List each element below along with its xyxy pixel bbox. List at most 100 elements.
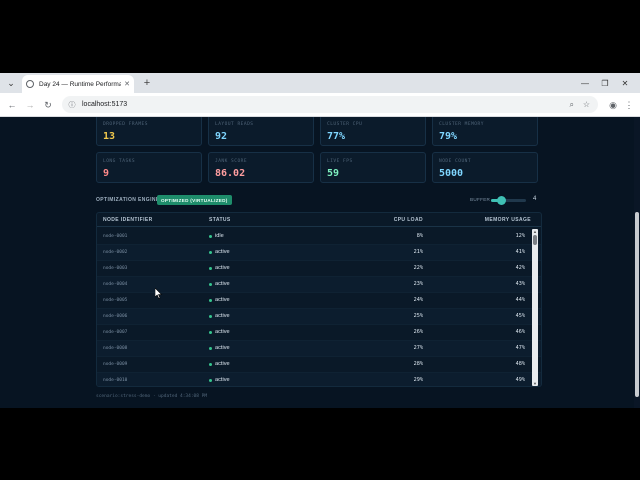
node-id-cell: node-0003 [103, 266, 128, 271]
page-viewport: DROPPED FRAMES 13 LAYOUT READS 92 CLUSTER CP… [0, 117, 640, 408]
scroll-up-icon[interactable]: ▲ [532, 229, 538, 234]
metric-value: 13 [103, 131, 116, 142]
nodes-table: NODE IDENTIFIER STATUS CPU LOAD MEMORY U… [96, 212, 542, 387]
col-memory-usage: MEMORY USAGE [484, 217, 531, 223]
memory-usage-cell: 49% [515, 377, 525, 383]
buffer-slider[interactable] [491, 196, 526, 205]
status-dot-icon [209, 347, 212, 350]
minimize-icon[interactable]: — [578, 76, 592, 90]
metric-value: 5000 [439, 168, 464, 179]
metric-label: LIVE FPS [327, 159, 353, 164]
status-cell: active [215, 297, 230, 303]
metric-label: JANK SCORE [215, 159, 248, 164]
status-dot-icon [209, 379, 212, 382]
table-row[interactable]: node-0002 active 21% 41% [97, 245, 541, 261]
table-row[interactable]: node-0003 active 22% 42% [97, 261, 541, 277]
table-row[interactable]: node-0006 active 25% 45% [97, 309, 541, 325]
optimization-engine-row: OPTIMIZATION ENGINE OPTIMIZED (VIRTUALIZ… [96, 195, 542, 207]
browser-tab[interactable]: Day 24 — Runtime Performance ✕ [22, 75, 134, 93]
zoom-icon[interactable]: ⌕ [570, 96, 574, 113]
node-id-cell: node-0006 [103, 314, 128, 319]
browser-toolbar: ← → ↻ ⓘ localhost:5173 ⌕ ☆ ◉ ⋮ [0, 93, 640, 117]
node-id-cell: node-0004 [103, 282, 128, 287]
memory-usage-cell: 41% [515, 249, 525, 255]
metric-card: CLUSTER MEMORY 79% [432, 117, 538, 146]
page-scroll-thumb[interactable] [635, 212, 639, 397]
buffer-label: BUFFER [470, 197, 491, 202]
tab-strip: ⌄ Day 24 — Runtime Performance ✕ + — ❐ ✕ [0, 73, 640, 93]
profile-avatar-icon[interactable]: ◉ [606, 98, 620, 112]
cpu-load-cell: 22% [413, 265, 423, 271]
table-row[interactable]: node-0009 active 28% 48% [97, 357, 541, 373]
metric-card: CLUSTER CPU 77% [320, 117, 426, 146]
cpu-load-cell: 24% [413, 297, 423, 303]
status-cell: active [215, 345, 230, 351]
engine-label: OPTIMIZATION ENGINE [96, 197, 160, 203]
bookmark-star-icon[interactable]: ☆ [583, 96, 590, 113]
col-node-identifier: NODE IDENTIFIER [103, 217, 153, 223]
close-icon[interactable]: ✕ [124, 80, 130, 88]
status-dot-icon [209, 363, 212, 366]
status-cell: active [215, 249, 230, 255]
metric-label: DROPPED FRAMES [103, 122, 148, 127]
metric-card: NODE COUNT 5000 [432, 152, 538, 183]
col-status: STATUS [209, 217, 231, 223]
status-cell: idle [215, 233, 224, 239]
back-arrow-icon[interactable]: ← [5, 98, 19, 112]
page-scrollbar[interactable] [634, 117, 640, 408]
reload-icon[interactable]: ↻ [41, 98, 55, 112]
table-scrollbar[interactable]: ▲ ▼ [532, 229, 538, 386]
status-dot-icon [209, 235, 212, 238]
cpu-load-cell: 29% [413, 377, 423, 383]
table-scroll-thumb[interactable] [533, 235, 537, 245]
footer-status: scenario:stress-demo · updated 4:34:08 P… [96, 394, 208, 399]
col-cpu-load: CPU LOAD [393, 217, 423, 223]
status-cell: active [215, 329, 230, 335]
metric-value: 9 [103, 168, 110, 179]
table-body[interactable]: node-0001 idle 8% 12% node-0002 active 21% 41% n… [97, 229, 541, 386]
forward-arrow-icon[interactable]: → [23, 98, 37, 112]
table-row[interactable]: node-0007 active 26% 46% [97, 325, 541, 341]
buffer-value: 4 [533, 196, 537, 202]
status-cell: active [215, 281, 230, 287]
cpu-load-cell: 23% [413, 281, 423, 287]
table-row[interactable]: node-0005 active 24% 44% [97, 293, 541, 309]
metric-label: CLUSTER MEMORY [439, 122, 484, 127]
node-id-cell: node-0010 [103, 378, 128, 383]
metric-label: LONG TASKS [103, 159, 136, 164]
node-id-cell: node-0002 [103, 250, 128, 255]
status-dot-icon [209, 315, 212, 318]
mouse-cursor-icon [155, 288, 163, 299]
node-id-cell: node-0007 [103, 330, 128, 335]
table-row[interactable]: node-0004 active 23% 43% [97, 277, 541, 293]
address-bar[interactable]: ⓘ localhost:5173 ⌕ ☆ [62, 96, 598, 113]
memory-usage-cell: 46% [515, 329, 525, 335]
engine-mode-badge[interactable]: OPTIMIZED (VIRTUALIZED) [157, 195, 232, 205]
tab-search-chevron-icon[interactable]: ⌄ [4, 76, 18, 90]
metric-card: LIVE FPS 59 [320, 152, 426, 183]
memory-usage-cell: 44% [515, 297, 525, 303]
node-id-cell: node-0001 [103, 234, 128, 239]
scroll-down-icon[interactable]: ▼ [532, 381, 538, 386]
tab-title: Day 24 — Runtime Performance [39, 80, 122, 88]
status-cell: active [215, 361, 230, 367]
metric-label: LAYOUT READS [215, 122, 254, 127]
memory-usage-cell: 12% [515, 233, 525, 239]
node-id-cell: node-0009 [103, 362, 128, 367]
table-row[interactable]: node-0010 active 29% 49% [97, 373, 541, 386]
maximize-icon[interactable]: ❐ [598, 76, 612, 90]
cpu-load-cell: 8% [416, 233, 423, 239]
menu-kebab-icon[interactable]: ⋮ [622, 98, 636, 112]
status-cell: active [215, 313, 230, 319]
new-tab-plus-icon[interactable]: + [140, 76, 154, 90]
site-info-icon[interactable]: ⓘ [68, 101, 76, 109]
memory-usage-cell: 42% [515, 265, 525, 271]
buffer-slider-handle[interactable] [497, 196, 506, 205]
node-id-cell: node-0008 [103, 346, 128, 351]
status-dot-icon [209, 299, 212, 302]
metric-label: CLUSTER CPU [327, 122, 363, 127]
window-close-icon[interactable]: ✕ [618, 76, 632, 90]
memory-usage-cell: 43% [515, 281, 525, 287]
table-row[interactable]: node-0008 active 27% 47% [97, 341, 541, 357]
table-row[interactable]: node-0001 idle 8% 12% [97, 229, 541, 245]
